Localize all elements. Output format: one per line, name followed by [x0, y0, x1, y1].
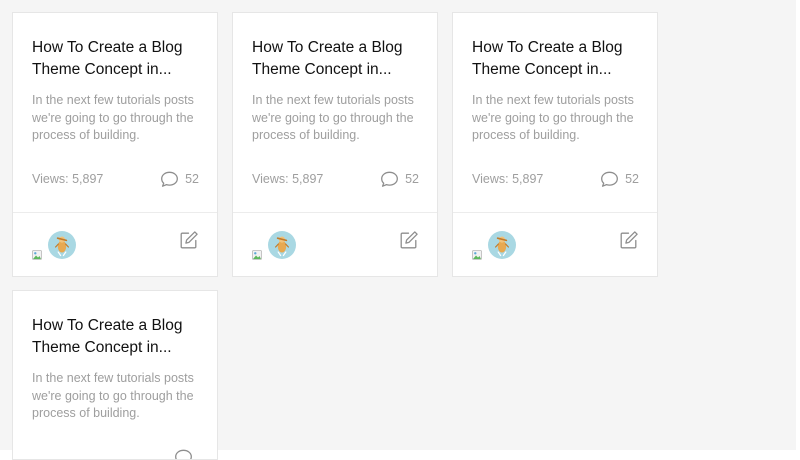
post-title[interactable]: How To Create a Blog Theme Concept in...: [32, 315, 202, 358]
comments-link[interactable]: 52: [600, 171, 639, 188]
post-card[interactable]: How To Create a Blog Theme Concept in...…: [12, 290, 218, 460]
edit-icon[interactable]: [619, 230, 639, 250]
views-count: Views: 5,897: [472, 172, 543, 186]
author-avatar[interactable]: [268, 231, 296, 259]
comments-link[interactable]: 52: [160, 171, 199, 188]
post-excerpt: In the next few tutorials posts we're go…: [472, 92, 652, 145]
comments-count: 52: [405, 172, 419, 186]
author-avatar[interactable]: [488, 231, 516, 259]
post-title[interactable]: How To Create a Blog Theme Concept in...: [472, 37, 642, 80]
comment-icon: [160, 171, 179, 188]
post-stats: Views: 5,897 52: [472, 170, 639, 188]
post-card[interactable]: How To Create a Blog Theme Concept in...…: [232, 12, 438, 277]
post-grid: How To Create a Blog Theme Concept in...…: [0, 0, 796, 450]
post-excerpt: In the next few tutorials posts we're go…: [252, 92, 432, 145]
comments-link[interactable]: [174, 449, 199, 460]
views-count: Views: 5,897: [32, 172, 103, 186]
comments-count: 52: [625, 172, 639, 186]
edit-icon[interactable]: [399, 230, 419, 250]
post-excerpt: In the next few tutorials posts we're go…: [32, 92, 212, 145]
post-card[interactable]: How To Create a Blog Theme Concept in...…: [452, 12, 658, 277]
avatar-image: [268, 231, 296, 259]
post-card[interactable]: How To Create a Blog Theme Concept in...…: [12, 12, 218, 277]
views-count: Views: 5,897: [252, 172, 323, 186]
comments-link[interactable]: 52: [380, 171, 419, 188]
author-avatar[interactable]: [48, 231, 76, 259]
card-footer: [233, 213, 437, 277]
broken-image-icon: [32, 250, 42, 260]
comments-count: 52: [185, 172, 199, 186]
comment-icon: [600, 171, 619, 188]
comment-icon: [174, 449, 193, 460]
post-stats: Views: 5,897 52: [252, 170, 419, 188]
edit-icon[interactable]: [179, 230, 199, 250]
broken-image-icon: [252, 250, 262, 260]
card-footer: [453, 213, 657, 277]
post-title[interactable]: How To Create a Blog Theme Concept in...: [32, 37, 202, 80]
post-excerpt: In the next few tutorials posts we're go…: [32, 370, 212, 423]
avatar-image: [48, 231, 76, 259]
avatar-image: [488, 231, 516, 259]
card-footer: [13, 213, 217, 277]
post-title[interactable]: How To Create a Blog Theme Concept in...: [252, 37, 422, 80]
broken-image-icon: [472, 250, 482, 260]
post-stats: Views: 5,897 52: [32, 170, 199, 188]
comment-icon: [380, 171, 399, 188]
